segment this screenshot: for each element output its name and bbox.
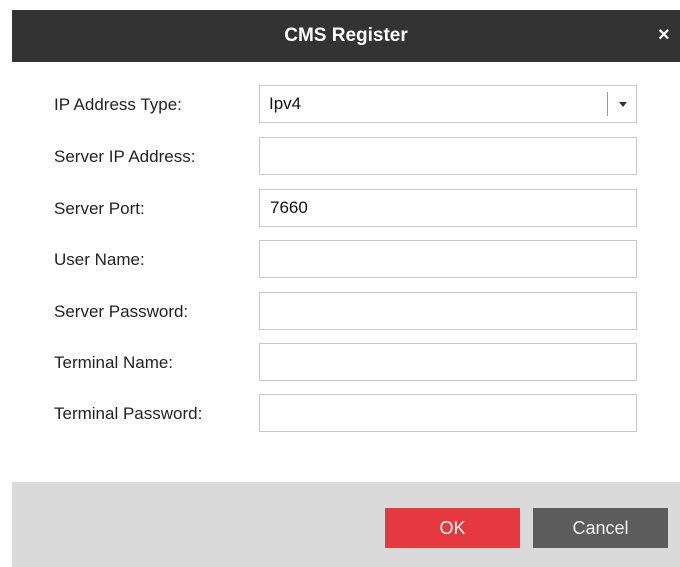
ok-button[interactable]: OK (385, 508, 520, 548)
dialog-titlebar: CMS Register × (12, 10, 680, 62)
cancel-button[interactable]: Cancel (533, 508, 668, 548)
select-divider (607, 92, 608, 116)
ip-address-type-label: IP Address Type: (54, 95, 182, 114)
close-icon[interactable]: × (658, 10, 680, 62)
row-terminal-password: Terminal Password: (0, 394, 680, 434)
cms-register-dialog: CMS Register × IP Address Type: Ipv4 Ser… (0, 0, 680, 567)
ip-address-type-value: Ipv4 (269, 94, 302, 113)
row-ip-address-type: IP Address Type: Ipv4 (0, 85, 680, 125)
ip-address-type-select[interactable]: Ipv4 (259, 85, 637, 123)
user-name-label: User Name: (54, 250, 145, 269)
terminal-name-input[interactable] (259, 343, 637, 381)
chevron-down-icon[interactable] (619, 102, 627, 107)
server-ip-address-label: Server IP Address: (54, 147, 196, 166)
row-terminal-name: Terminal Name: (0, 343, 680, 383)
dialog-title: CMS Register (284, 25, 408, 46)
user-name-input[interactable] (259, 240, 637, 278)
terminal-name-label: Terminal Name: (54, 353, 174, 372)
terminal-password-input[interactable] (259, 394, 637, 432)
row-server-ip-address: Server IP Address: (0, 137, 680, 177)
server-port-input[interactable] (259, 189, 637, 227)
row-user-name: User Name: (0, 240, 680, 280)
row-server-port: Server Port: (0, 189, 680, 229)
server-password-input[interactable] (259, 292, 637, 330)
server-ip-address-input[interactable] (259, 137, 637, 175)
terminal-password-label: Terminal Password: (54, 404, 203, 423)
server-password-label: Server Password: (54, 302, 189, 321)
row-server-password: Server Password: (0, 292, 680, 332)
server-port-label: Server Port: (54, 199, 145, 218)
